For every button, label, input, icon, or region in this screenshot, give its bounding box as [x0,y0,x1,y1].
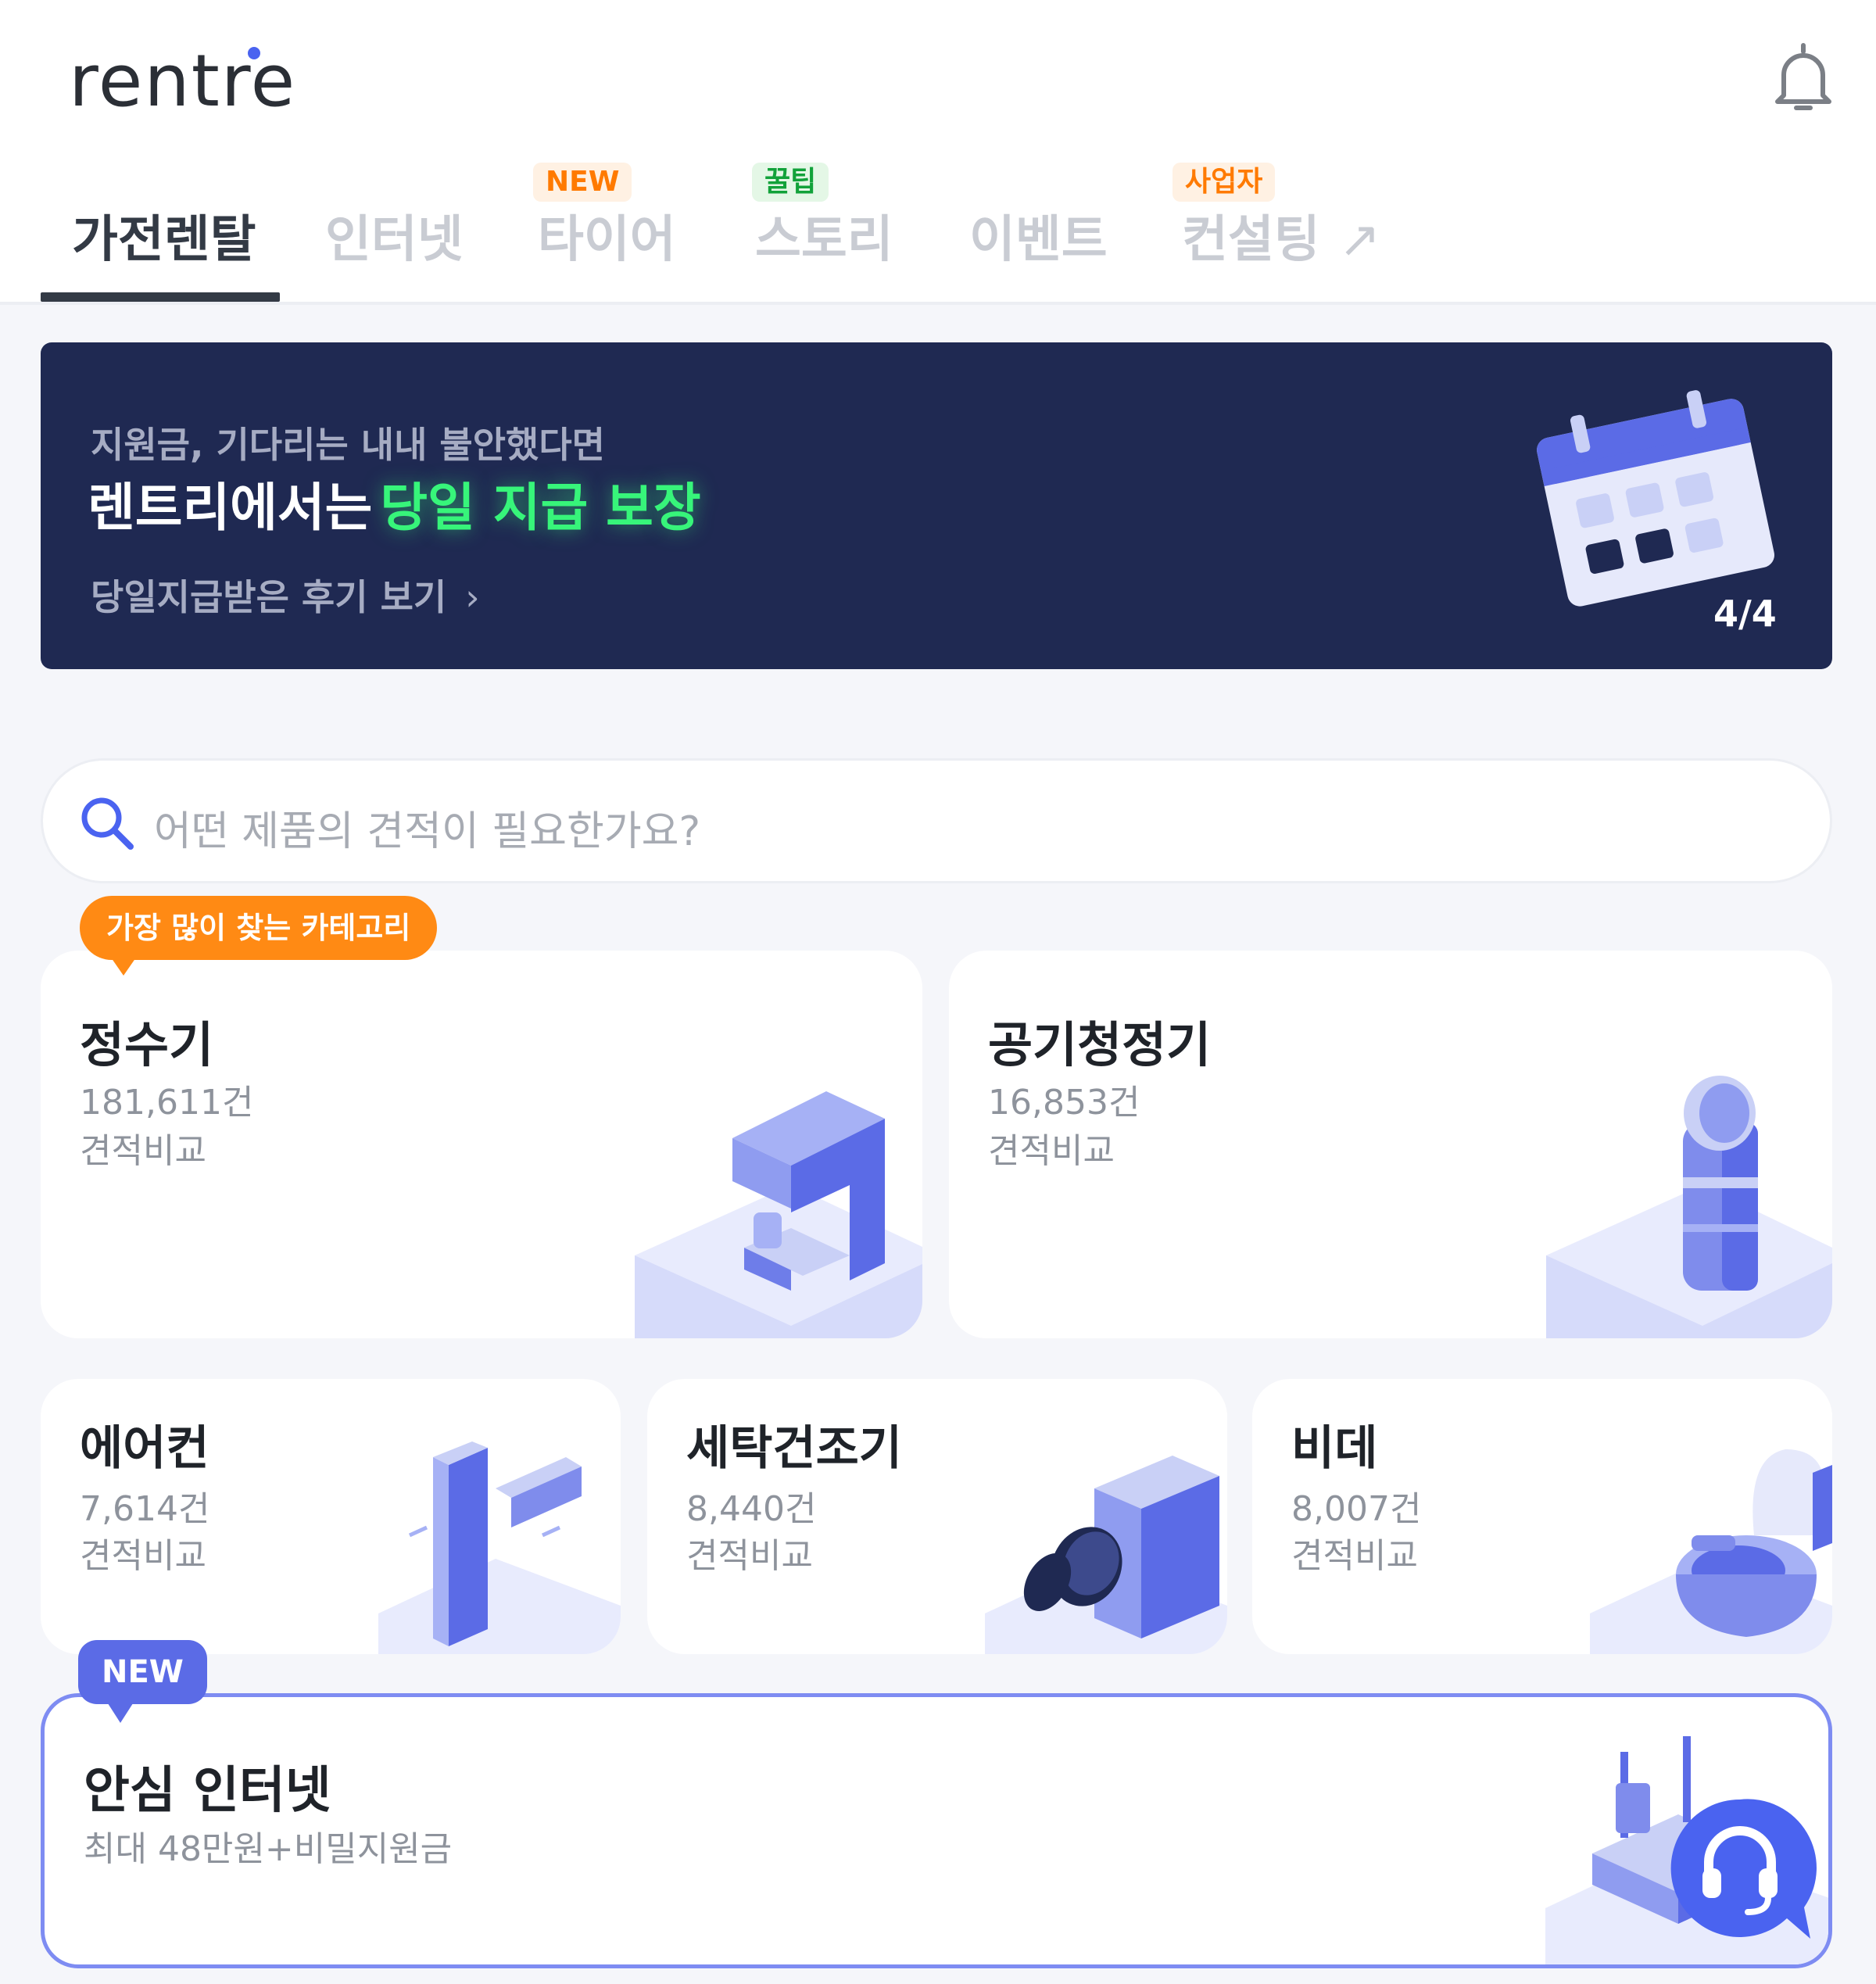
new-tag-pointer [106,1701,134,1723]
banner-review-link[interactable]: 당일지급받은 후기 보기 › [91,569,480,621]
category-count: 181,611건 [80,1083,254,1123]
chevron-right-icon: › [465,576,480,618]
app-header: rentre 가전렌탈 인터넷 NEW 타이어 꿀팁 스토리 이벤트 사업자 컨… [0,0,1876,305]
banner-link-label: 당일지급받은 후기 보기 [91,576,447,618]
category-compare-label: 견적비교 [988,1131,1115,1171]
category-count: 8,007건 [1291,1489,1422,1529]
safe-internet-title: 안심 인터넷 [84,1762,331,1820]
bell-icon[interactable] [1768,39,1838,117]
category-name: 세탁건조기 [686,1421,902,1476]
tab-consulting[interactable]: 컨설팅 ↗ [1182,199,1380,271]
popular-category-tag: 가장 많이 찾는 카테고리 [80,896,438,960]
svg-text:rentre: rentre [69,39,296,123]
category-count: 16,853건 [988,1083,1140,1123]
active-tab-indicator [41,292,280,302]
tab-tire[interactable]: 타이어 [538,199,676,271]
safe-internet-subtitle: 최대 48만원+비밀지원금 [84,1829,453,1869]
external-link-icon: ↗ [1338,211,1381,269]
tab-badge-business: 사업자 [1172,163,1276,202]
tab-appliance-rental[interactable]: 가전렌탈 [72,199,256,271]
air-purifier-illustration [1546,1076,1832,1338]
search-input[interactable]: 어떤 제품의 견적이 필요한가요? [41,758,1832,883]
category-card-air-purifier[interactable]: 공기청정기 16,853건 견적비교 [949,951,1832,1338]
banner-pager: 4/4 [1713,593,1777,635]
banner-subtitle: 지원금, 기다리는 내내 불안했다면 [91,424,605,466]
safe-internet-card[interactable]: 안심 인터넷 최대 48만원+비밀지원금 [41,1693,1832,1968]
banner-title-highlight: 당일 지급 보장 [380,478,701,538]
new-tag: NEW [78,1640,207,1704]
banner-title: 렌트리에서는 당일 지급 보장 [88,466,701,541]
bidet-illustration [1590,1449,1832,1654]
air-conditioner-illustration [378,1441,621,1654]
category-compare-label: 견적비교 [80,1131,206,1171]
washer-dryer-illustration [985,1456,1227,1654]
popular-tag-pointer [109,955,138,976]
search-icon [81,797,134,850]
search-placeholder: 어떤 제품의 견적이 필요한가요? [154,808,701,855]
category-name: 비데 [1291,1421,1378,1476]
tab-badge-new: NEW [533,163,632,202]
category-compare-label: 견적비교 [80,1536,206,1576]
chat-support-icon[interactable] [1663,1792,1817,1945]
tab-story[interactable]: 스토리 [755,199,893,271]
category-name: 정수기 [80,1016,214,1073]
category-name: 에어컨 [80,1421,209,1476]
banner-title-prefix: 렌트리에서는 [88,478,373,538]
category-card-water-purifier[interactable]: 정수기 181,611건 견적비교 [41,951,922,1338]
category-card-washer-dryer[interactable]: 세탁건조기 8,440건 견적비교 [647,1379,1227,1654]
category-count: 7,614건 [80,1489,210,1529]
tab-event[interactable]: 이벤트 [969,199,1108,271]
category-card-air-conditioner[interactable]: 에어컨 7,614건 견적비교 [41,1379,621,1654]
category-card-bidet[interactable]: 비데 8,007건 견적비교 [1252,1379,1832,1654]
tab-badge-tip: 꿀팁 [752,163,829,202]
tab-consulting-label: 컨설팅 [1182,211,1320,269]
tab-internet[interactable]: 인터넷 [325,199,464,271]
calendar-illustration [1537,390,1774,607]
promo-banner[interactable]: 지원금, 기다리는 내내 불안했다면 렌트리에서는 당일 지급 보장 당일지급받은… [41,342,1832,669]
water-purifier-illustration [635,1091,922,1338]
rentre-logo[interactable]: rentre [69,31,350,125]
category-name: 공기청정기 [988,1016,1212,1073]
category-count: 8,440건 [686,1489,817,1529]
category-compare-label: 견적비교 [686,1536,813,1576]
category-compare-label: 견적비교 [1291,1536,1418,1576]
